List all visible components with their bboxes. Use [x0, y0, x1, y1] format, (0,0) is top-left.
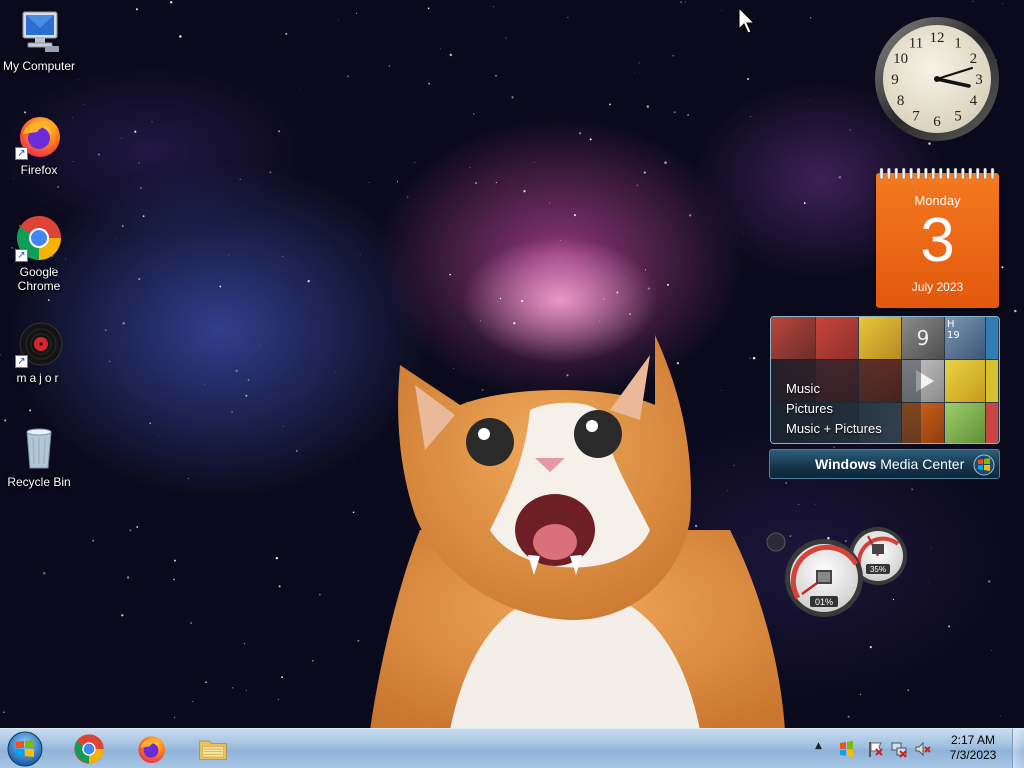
desktop-icon-label: My Computer: [2, 59, 76, 73]
clock-numeral: 8: [897, 93, 905, 109]
desktop-icon-firefox[interactable]: ↗ Firefox: [0, 112, 78, 177]
volume-muted-icon[interactable]: [914, 740, 932, 758]
network-icon[interactable]: [890, 740, 908, 758]
desktop-icon-label: Google Chrome: [17, 265, 61, 293]
show-desktop-button[interactable]: [1012, 729, 1024, 768]
tray-date: 7/3/2023: [949, 748, 997, 762]
media-thumbnail: [986, 317, 998, 359]
calendar-month-year: July 2023: [911, 280, 964, 294]
clock-numeral: 12: [930, 30, 945, 46]
media-thumbnail-small: 19: [947, 330, 960, 341]
desktop-icon-label: major: [16, 371, 62, 385]
firefox-icon: ↗: [15, 112, 63, 160]
clock-numeral: 5: [954, 108, 962, 124]
media-thumbnail: 9: [902, 317, 944, 359]
clock-numeral: 6: [933, 114, 941, 130]
media-center-gadget[interactable]: 9 H 19 Music Pictures Music + Pictures: [770, 316, 1000, 444]
windows-media-center-bar[interactable]: Windows Media Center: [769, 449, 1000, 479]
desktop-icon-major[interactable]: ↗ major: [0, 320, 78, 385]
firefox-icon: [138, 736, 165, 763]
computer-icon: [15, 8, 63, 56]
clock-numeral: 7: [912, 108, 920, 124]
clock-numeral: 2: [970, 51, 978, 67]
memory-percent: 35%: [870, 565, 886, 574]
desktop-icon-label: Firefox: [20, 163, 58, 177]
clock-numeral: 11: [909, 36, 923, 52]
tray-clock[interactable]: 2:17 AM 7/3/2023: [942, 733, 1004, 763]
wmc-brand-bold: Windows: [815, 456, 877, 472]
shortcut-arrow-icon: ↗: [15, 147, 28, 160]
chrome-icon: [74, 734, 104, 764]
recycle-bin-icon: [15, 424, 63, 472]
media-menu: Music Pictures Music + Pictures: [786, 379, 882, 439]
shortcut-arrow-icon: ↗: [15, 249, 28, 262]
media-thumbnail: [986, 403, 998, 443]
desktop-icon-label: Recycle Bin: [7, 475, 71, 489]
vinyl-record-icon: ↗: [15, 320, 63, 368]
clock-numeral: 3: [975, 72, 983, 88]
desktop-icon-google-chrome[interactable]: ↗ Google Chrome: [0, 214, 78, 293]
start-button[interactable]: [5, 730, 45, 768]
taskbar: ▲ 2:17 AM 7/3/2023: [0, 728, 1024, 768]
clock-numeral: 1: [954, 36, 962, 52]
taskbar-app-firefox[interactable]: [123, 730, 179, 768]
clock-numeral: 9: [891, 72, 899, 88]
media-thumbnail: [945, 360, 985, 402]
mouse-cursor-icon: [738, 7, 756, 34]
windows-logo-icon: [973, 454, 995, 476]
calendar-date: 3: [920, 206, 955, 275]
cpu-meter-gadget[interactable]: 35% 01%: [764, 524, 910, 620]
media-menu-item-music-pictures[interactable]: Music + Pictures: [786, 419, 882, 439]
calendar-spiral-rings: [879, 168, 995, 180]
wmc-brand-rest: Media Center: [876, 456, 965, 472]
taskbar-app-chrome[interactable]: [61, 730, 117, 768]
chrome-icon: ↗: [15, 214, 63, 262]
media-menu-item-pictures[interactable]: Pictures: [786, 399, 882, 419]
clock-gadget[interactable]: 12 12 3 45678 9 1011: [873, 15, 1001, 143]
meter-knob: [766, 532, 786, 552]
media-menu-item-music[interactable]: Music: [786, 379, 882, 399]
flag-warning-icon[interactable]: [866, 740, 884, 758]
cpu-percent: 01%: [815, 597, 833, 607]
action-center-icon[interactable]: [837, 740, 855, 758]
calendar-gadget[interactable]: Monday 3 July 2023: [876, 168, 999, 308]
media-thumbnail: [859, 317, 901, 359]
desktop-icon-my-computer[interactable]: My Computer: [0, 8, 78, 73]
clock-numeral: 4: [970, 93, 978, 109]
clock-numeral: 10: [893, 51, 908, 67]
tray-time: 2:17 AM: [950, 733, 996, 747]
cat-wallpaper-image: [370, 335, 785, 730]
media-thumbnail: [816, 317, 858, 359]
tray-overflow-button[interactable]: ▲: [815, 741, 822, 751]
media-thumbnail: [771, 317, 815, 359]
shortcut-arrow-icon: ↗: [15, 355, 28, 368]
folder-icon: [199, 740, 227, 760]
taskbar-app-file-explorer[interactable]: [185, 730, 241, 768]
media-thumbnail: [945, 403, 985, 443]
desktop-icon-recycle-bin[interactable]: Recycle Bin: [0, 424, 78, 489]
media-thumbnail: H 19: [945, 317, 985, 359]
media-thumbnail-letter: H: [947, 319, 955, 330]
media-thumbnail: [986, 360, 998, 402]
